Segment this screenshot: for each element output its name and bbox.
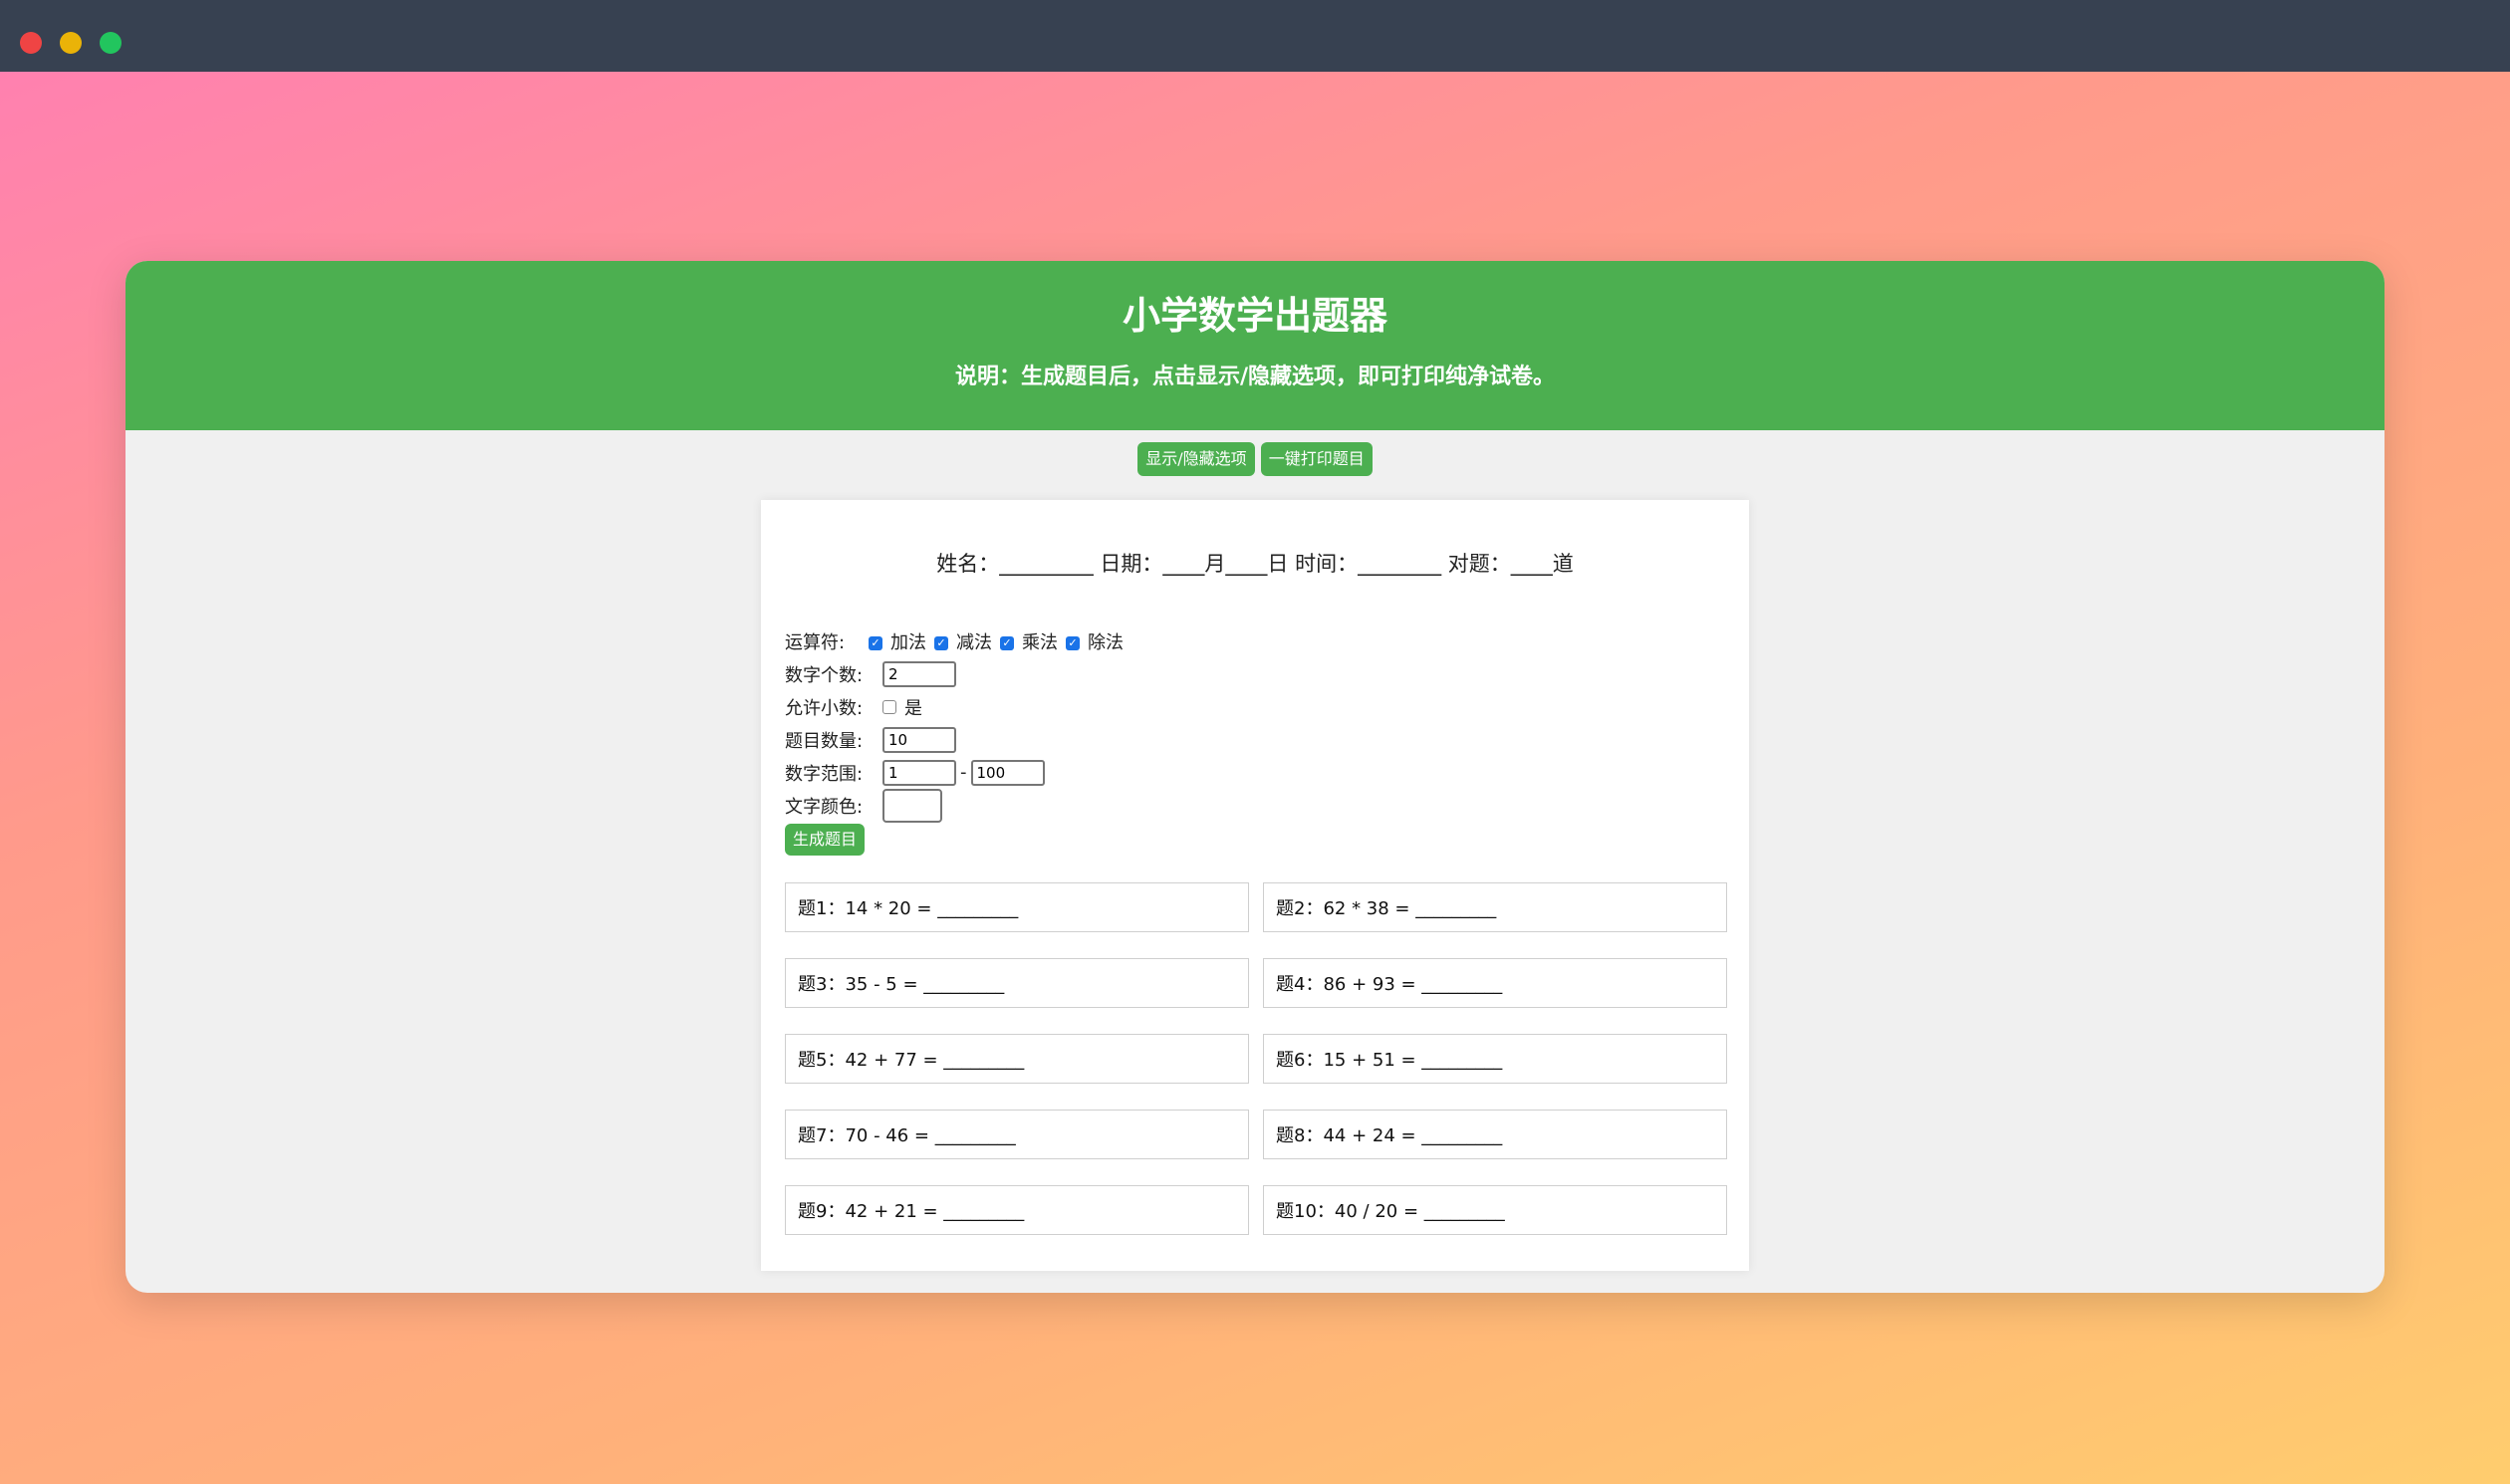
options-panel: 运算符: ✓加法 ✓减法 ✓乘法 ✓除法 数字个数: 允许小数: 是 题目数量: — [785, 624, 1131, 856]
instructions-note: 说明：生成题目后，点击显示/隐藏选项，即可打印纯净试卷。 — [954, 365, 1556, 389]
app-window: 小学数学出题器 说明：生成题目后，点击显示/隐藏选项，即可打印纯净试卷。 显示/… — [126, 261, 2384, 1293]
allow-decimal-label: 允许小数: — [785, 697, 864, 719]
question-item: 题6：15 + 51 = _________ — [1263, 1034, 1727, 1084]
operator-add[interactable]: ✓ 加法 — [869, 628, 926, 654]
range-separator: - — [960, 762, 967, 783]
num-count-input[interactable] — [882, 660, 956, 687]
operator-divide[interactable]: ✓ 除法 — [1066, 628, 1124, 654]
operators-row: 运算符: ✓ 加法 ✓ 减法 ✓ 乘法 ✓ 除法 — [785, 624, 1131, 657]
generate-button[interactable]: 生成题目 — [785, 823, 866, 856]
question-item: 题3：35 - 5 = _________ — [785, 958, 1249, 1008]
range-min-input[interactable] — [882, 759, 956, 786]
question-item: 题4：86 + 93 = _________ — [1263, 958, 1727, 1008]
generate-row: 生成题目 — [785, 822, 1131, 856]
worksheet-paper: 姓名：_________ 日期：____月____日 时间：________ 对… — [761, 500, 1749, 1271]
question-count-label: 题目数量: — [785, 730, 864, 752]
question-item: 题8：44 + 24 = _________ — [1263, 1110, 1727, 1159]
allow-decimal-checkbox[interactable] — [882, 699, 896, 714]
checkbox-checked-icon[interactable]: ✓ — [869, 635, 882, 650]
num-count-row: 数字个数: — [785, 657, 1131, 690]
question-item: 题1：14 * 20 = _________ — [785, 882, 1249, 932]
question-item: 题2：62 * 38 = _________ — [1263, 882, 1727, 932]
checkbox-checked-icon[interactable]: ✓ — [1066, 635, 1080, 650]
question-item: 题9：42 + 21 = _________ — [785, 1185, 1249, 1235]
os-titlebar — [0, 0, 2510, 72]
checkbox-checked-icon[interactable]: ✓ — [1000, 635, 1014, 650]
window-close-icon[interactable] — [20, 32, 42, 54]
num-count-label: 数字个数: — [785, 664, 864, 686]
app-header: 小学数学出题器 说明：生成题目后，点击显示/隐藏选项，即可打印纯净试卷。 — [126, 261, 2384, 430]
window-minimize-icon[interactable] — [60, 32, 82, 54]
operator-subtract[interactable]: ✓ 减法 — [934, 628, 992, 654]
question-item: 题5：42 + 77 = _________ — [785, 1034, 1249, 1084]
text-color-label: 文字颜色: — [785, 796, 864, 818]
allow-decimal-row: 允许小数: 是 — [785, 690, 1131, 723]
window-zoom-icon[interactable] — [100, 32, 122, 54]
toolbar: 显示/隐藏选项 一键打印题目 — [126, 442, 2384, 476]
range-row: 数字范围: - — [785, 756, 1131, 789]
text-color-picker[interactable] — [882, 788, 942, 823]
allow-decimal-option: 是 — [904, 697, 922, 719]
checkbox-checked-icon[interactable]: ✓ — [934, 635, 948, 650]
range-max-input[interactable] — [970, 759, 1045, 786]
question-count-row: 题目数量: — [785, 723, 1131, 756]
question-item: 题7：70 - 46 = _________ — [785, 1110, 1249, 1159]
text-color-row: 文字颜色: — [785, 788, 1131, 823]
page-title: 小学数学出题器 — [1122, 294, 1387, 338]
question-count-input[interactable] — [882, 726, 956, 753]
range-label: 数字范围: — [785, 763, 864, 785]
question-item: 题10：40 / 20 = _________ — [1263, 1185, 1727, 1235]
operators-label: 运算符: — [785, 631, 846, 653]
print-button[interactable]: 一键打印题目 — [1260, 442, 1373, 476]
toggle-options-button[interactable]: 显示/隐藏选项 — [1137, 442, 1255, 476]
operator-multiply[interactable]: ✓ 乘法 — [1000, 628, 1058, 654]
student-info-line: 姓名：_________ 日期：____月____日 时间：________ 对… — [936, 552, 1574, 576]
